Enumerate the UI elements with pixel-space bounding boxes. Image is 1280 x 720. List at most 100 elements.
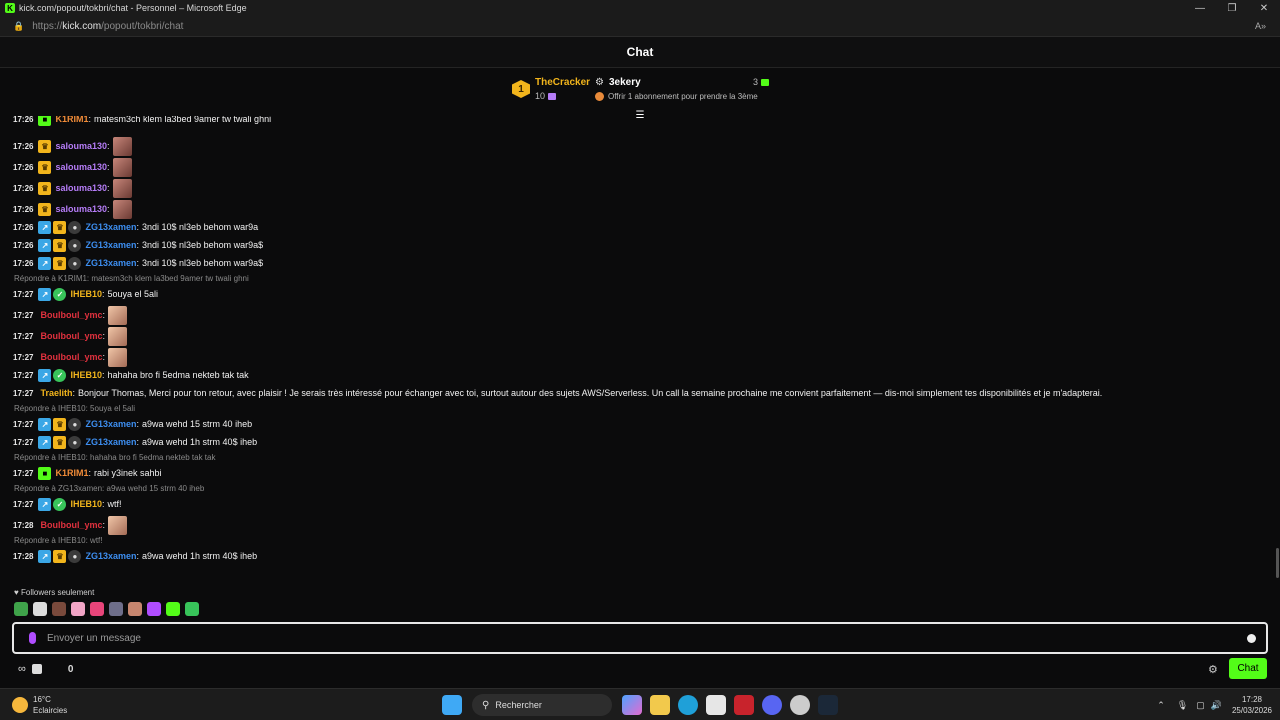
message-username[interactable]: ZG13xamen — [85, 551, 136, 561]
emote-green-face[interactable] — [185, 602, 199, 616]
message-username[interactable]: Boulboul_ymc — [40, 331, 102, 341]
chat-message[interactable]: 17:26 ↗ ♛ ● ZG13xamen:3ndi 10$ nl3eb behom w… — [13, 238, 263, 252]
chat-message[interactable]: 17:26 ↗ ♛ ● ZG13xamen:3ndi 10$ nl3eb behom w… — [13, 220, 258, 234]
message-username[interactable]: ZG13xamen — [85, 419, 136, 429]
emote-heart[interactable] — [90, 602, 104, 616]
emote-image[interactable] — [112, 178, 132, 198]
message-input[interactable] — [47, 632, 1247, 644]
gift-leaderboard[interactable]: 1 TheCracker 10 ⚙ 3ekery 3 Offrir 1 abon… — [509, 72, 773, 108]
crown-badge-icon[interactable]: ♛ — [38, 160, 52, 174]
chat-message[interactable]: 17:27 ↗ ✓ IHEB10: hahaha bro fi 5edma nekteb… — [13, 368, 249, 382]
chat-message[interactable]: 17:27 ↗ ♛ ● ZG13xamen: a9wa wehd 15 strm 40 i… — [13, 417, 252, 431]
chat-message[interactable]: 17:26 ↗ ♛ ● ZG13xamen:3ndi 10$ nl3eb behom w… — [13, 256, 263, 270]
subscriber-badge-icon[interactable]: ● — [68, 220, 82, 234]
copilot-icon[interactable] — [622, 695, 642, 715]
message-username[interactable]: ZG13xamen — [85, 222, 136, 232]
crown-badge-icon[interactable]: ♛ — [53, 256, 67, 270]
chat-messages[interactable]: 17:26 ■ K1RIM1: matesm3ch klem la3bed 9amer… — [0, 116, 1270, 586]
emote-purple[interactable] — [147, 602, 161, 616]
microphone-tray-icon[interactable]: 🎙 — [1177, 700, 1188, 711]
og-badge-icon[interactable]: ↗ — [38, 497, 52, 511]
emote-image[interactable] — [108, 515, 127, 535]
crown-badge-icon[interactable]: ♛ — [38, 139, 52, 153]
message-username[interactable]: K1RIM1 — [55, 116, 88, 124]
chrome-icon[interactable] — [790, 695, 810, 715]
restore-button[interactable]: ❐ — [1216, 0, 1248, 16]
settings-gear-icon[interactable]: ⚙ — [1208, 663, 1218, 676]
store-icon[interactable] — [706, 695, 726, 715]
og-badge-icon[interactable]: ↗ — [38, 256, 52, 270]
leaderboard-first-name[interactable]: TheCracker — [535, 77, 590, 88]
weather-widget[interactable]: 16°C Eclaircies — [12, 694, 67, 716]
verified-badge-icon[interactable]: ✓ — [53, 497, 67, 511]
og-badge-icon[interactable]: ↗ — [38, 435, 52, 449]
verified-badge-icon[interactable]: ✓ — [53, 287, 67, 301]
subscriber-badge-icon[interactable]: ● — [68, 238, 82, 252]
message-username[interactable]: Boulboul_ymc — [40, 310, 102, 320]
message-username[interactable]: ZG13xamen — [85, 258, 136, 268]
chat-message[interactable]: 17:27 ↗ ✓ IHEB10: wtf! — [13, 497, 122, 511]
chat-message[interactable]: 17:26 ♛ salouma130: — [13, 199, 132, 219]
message-username[interactable]: ZG13xamen — [85, 437, 136, 447]
verified-badge-icon[interactable]: ✓ — [53, 368, 67, 382]
og-badge-icon[interactable]: ↗ — [38, 368, 52, 382]
volume-icon[interactable]: 🔊 — [1211, 700, 1222, 711]
message-username[interactable]: Boulboul_ymc — [40, 352, 102, 362]
reply-context[interactable]: Répondre à K1RIM1: matesm3ch klem la3bed… — [14, 274, 249, 283]
og-badge-icon[interactable]: ↗ — [38, 549, 52, 563]
reply-context[interactable]: Répondre à ZG13xamen: a9wa wehd 15 strm … — [14, 484, 204, 493]
og-badge-icon[interactable]: ↗ — [38, 287, 52, 301]
message-username[interactable]: salouma130 — [55, 204, 107, 214]
og-badge-icon[interactable]: ↗ — [38, 417, 52, 431]
minimize-button[interactable]: — — [1184, 0, 1216, 16]
send-chat-button[interactable]: Chat — [1229, 658, 1267, 679]
chat-scrollbar[interactable] — [1276, 548, 1279, 578]
taskbar-search[interactable]: ⚲ Rechercher — [472, 694, 612, 716]
emote-face[interactable] — [52, 602, 66, 616]
taskbar-clock[interactable]: 17:28 25/03/2026 — [1232, 694, 1272, 716]
message-input-box[interactable] — [12, 622, 1268, 654]
crown-badge-icon[interactable]: ♛ — [53, 238, 67, 252]
chat-message[interactable]: 17:27 ■ K1RIM1: rabi y3inek sahbi — [13, 466, 162, 480]
reply-context[interactable]: Répondre à IHEB10: 5ouya el 5ali — [14, 404, 135, 413]
subscriber-badge-icon[interactable]: ● — [68, 549, 82, 563]
message-username[interactable]: K1RIM1 — [55, 468, 88, 478]
emoji-icon[interactable] — [1247, 633, 1256, 643]
og-badge-icon[interactable]: ↗ — [38, 220, 52, 234]
emote-image[interactable] — [112, 157, 132, 177]
emote-image[interactable] — [108, 305, 127, 325]
message-username[interactable]: IHEB10 — [70, 289, 102, 299]
address-bar[interactable]: 🔒 https://kick.com/popout/tokbri/chat A» — [0, 16, 1280, 37]
subscriber-badge-icon[interactable]: ● — [68, 256, 82, 270]
emote-image[interactable] — [108, 326, 127, 346]
green-badge-icon[interactable]: ■ — [38, 466, 52, 480]
edge-icon[interactable] — [678, 695, 698, 715]
chat-message[interactable]: 17:27 Boulboul_ymc: — [13, 305, 127, 325]
chat-message[interactable]: 17:26 ♛ salouma130: — [13, 157, 132, 177]
message-username[interactable]: Boulboul_ymc — [40, 520, 102, 530]
emote-face-two[interactable] — [128, 602, 142, 616]
microphone-icon[interactable] — [29, 632, 36, 644]
chat-message[interactable]: 17:27 Traelith: Bonjour Thomas, Merci pour… — [13, 386, 1102, 400]
emote-pink[interactable] — [71, 602, 85, 616]
message-username[interactable]: salouma130 — [55, 183, 107, 193]
chat-message[interactable]: 17:26 ♛ salouma130: — [13, 178, 132, 198]
emote-pepe[interactable] — [14, 602, 28, 616]
close-button[interactable]: ✕ — [1248, 0, 1280, 16]
acrobat-icon[interactable] — [734, 695, 754, 715]
chat-message[interactable]: 17:26 ■ K1RIM1: matesm3ch klem la3bed 9amer… — [13, 116, 271, 126]
emote-image[interactable] — [108, 347, 127, 367]
crown-badge-icon[interactable]: ♛ — [38, 202, 52, 216]
message-username[interactable]: ZG13xamen — [85, 240, 136, 250]
crown-badge-icon[interactable]: ♛ — [53, 417, 67, 431]
emote-image[interactable] — [112, 199, 132, 219]
file-explorer-icon[interactable] — [650, 695, 670, 715]
crown-badge-icon[interactable]: ♛ — [53, 220, 67, 234]
emote-green-chat[interactable] — [166, 602, 180, 616]
read-aloud-icon[interactable]: A» — [1255, 21, 1266, 31]
subscriber-badge-icon[interactable]: ● — [68, 417, 82, 431]
message-username[interactable]: salouma130 — [55, 162, 107, 172]
lock-icon[interactable]: 🔒 — [13, 21, 24, 32]
emote-person[interactable] — [109, 602, 123, 616]
reply-context[interactable]: Répondre à IHEB10: hahaha bro fi 5edma n… — [14, 453, 215, 462]
